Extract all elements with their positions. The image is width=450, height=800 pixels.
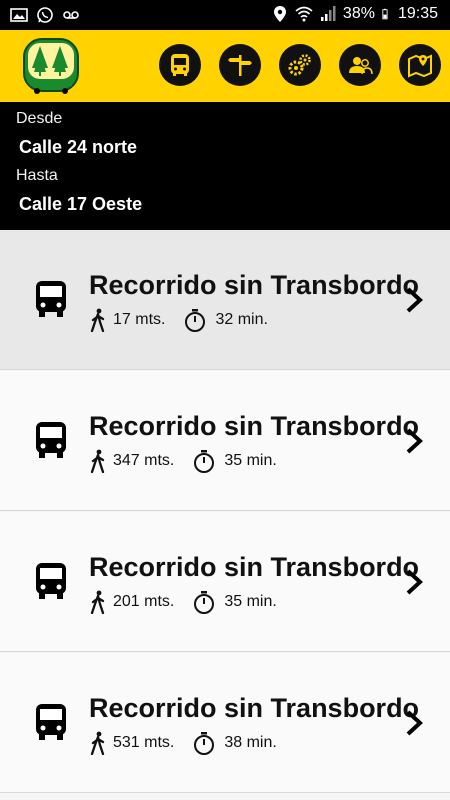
result-title: Recorrido sin Transbordo: [89, 411, 420, 441]
gears-icon: [288, 54, 311, 76]
map-pin-icon: [408, 54, 432, 78]
users-icon: [349, 57, 373, 75]
result-item[interactable]: Recorrido sin Transbordo 347 mts. 35 min…: [0, 371, 450, 511]
bus-icon: [36, 281, 66, 317]
location-icon: [273, 6, 286, 22]
travel-time: 32 min.: [215, 311, 268, 328]
result-item[interactable]: Recorrido sin Transbordo 531 mts. 38 min…: [0, 653, 450, 793]
walking-icon: [90, 731, 105, 755]
result-title: Recorrido sin Transbordo: [89, 552, 420, 582]
walk-distance: 201 mts.: [113, 593, 175, 610]
bus-icon: [36, 704, 66, 740]
signpost-button[interactable]: [219, 44, 261, 86]
travel-time: 35 min.: [224, 452, 277, 469]
stopwatch-icon: [194, 450, 215, 473]
stopwatch-icon: [194, 591, 215, 614]
bus-icon: [36, 563, 66, 599]
walk-distance: 531 mts.: [113, 734, 175, 751]
result-item[interactable]: Recorrido sin Transbordo 17 mts. 32 min.: [0, 230, 450, 370]
stopwatch-icon: [194, 732, 215, 755]
to-label: Hasta: [16, 167, 58, 184]
result-item[interactable]: Recorrido sin Transbordo 201 mts. 35 min…: [0, 512, 450, 652]
voicemail-icon: [63, 11, 79, 19]
chevron-right-icon: [406, 287, 423, 313]
settings-button[interactable]: [279, 44, 321, 86]
chevron-right-icon: [406, 710, 423, 736]
stopwatch-icon: [185, 309, 206, 332]
battery-icon: [382, 8, 388, 20]
map-button[interactable]: [399, 44, 441, 86]
travel-time: 38 min.: [224, 734, 277, 751]
from-label: Desde: [16, 110, 63, 127]
whatsapp-icon: [37, 7, 53, 23]
result-title: Recorrido sin Transbordo: [89, 270, 420, 300]
image-icon: [10, 8, 28, 22]
walk-distance: 17 mts.: [113, 311, 166, 328]
status-bar: 38% 19:35: [0, 0, 450, 30]
wifi-icon: [295, 6, 313, 22]
from-value: Calle 24 norte: [19, 137, 138, 157]
walking-icon: [90, 308, 105, 332]
bus-icon: [36, 422, 66, 458]
users-button[interactable]: [339, 44, 381, 86]
clock: 19:35: [397, 5, 438, 22]
chevron-right-icon: [406, 569, 423, 595]
signpost-icon: [228, 55, 252, 76]
result-title: Recorrido sin Transbordo: [89, 693, 420, 723]
chevron-right-icon: [406, 428, 423, 454]
bus-button[interactable]: [159, 44, 201, 86]
bus-icon: [171, 54, 189, 76]
travel-time: 35 min.: [224, 593, 277, 610]
signal-icon: [320, 6, 336, 21]
to-value: Calle 17 Oeste: [19, 194, 143, 214]
bus-trees-logo-icon[interactable]: [22, 36, 80, 96]
walking-icon: [90, 590, 105, 614]
walk-distance: 347 mts.: [113, 452, 175, 469]
battery-percent: 38%: [342, 5, 375, 22]
route-panel: Desde Calle 24 norte Hasta Calle 17 Oest…: [0, 102, 450, 230]
app-header: [0, 30, 450, 102]
walking-icon: [90, 449, 105, 473]
